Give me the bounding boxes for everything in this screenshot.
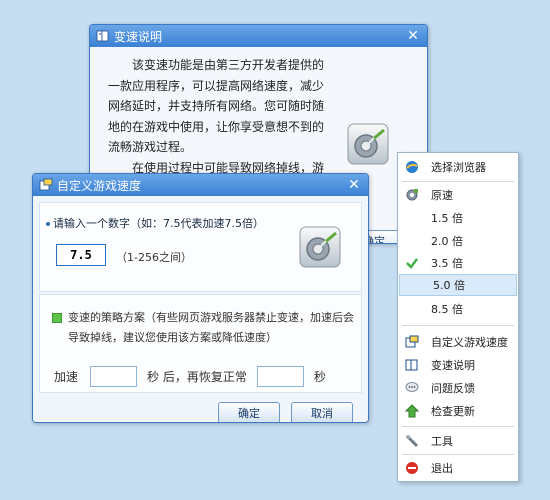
- menu-item-label: 选择浏览器: [431, 161, 486, 174]
- menu-item-custom-speed[interactable]: 自定义游戏速度: [398, 331, 518, 353]
- custom-speed-window: 自定义游戏速度 ✕ 请输入一个数字（如：7.5代表加速7.5倍） （1-256之…: [32, 173, 369, 423]
- update-icon: [404, 403, 420, 419]
- menu-item-check-update[interactable]: 检查更新: [398, 400, 518, 422]
- menu-separator: [402, 181, 514, 182]
- speed-input-section: 请输入一个数字（如：7.5代表加速7.5倍） （1-256之间）: [39, 202, 362, 292]
- explain-close-button[interactable]: ✕: [405, 28, 421, 44]
- custom-close-button[interactable]: ✕: [346, 177, 362, 193]
- strategy-note: 变速的策略方案（有些网页游戏服务器禁止变速，加速后会导致掉线，建议您使用该方案或…: [68, 311, 354, 344]
- menu-item-label: 2.0 倍: [431, 235, 463, 248]
- feedback-icon: [404, 380, 420, 396]
- menu-item-label: 3.5 倍: [431, 257, 463, 270]
- menu-item-label: 问题反馈: [431, 382, 475, 395]
- strategy-checkbox[interactable]: [52, 313, 62, 323]
- ok-button[interactable]: 确定: [218, 402, 280, 422]
- explain-title: 变速说明: [114, 29, 163, 44]
- menu-separator: [402, 426, 514, 427]
- checkmark-icon: [404, 255, 420, 271]
- menu-item-label: 退出: [431, 462, 453, 475]
- exit-icon: [404, 460, 420, 476]
- custom-title: 自定义游戏速度: [57, 178, 142, 193]
- strategy-section: 变速的策略方案（有些网页游戏服务器禁止变速，加速后会导致掉线，建议您使用该方案或…: [39, 294, 362, 393]
- speed-range-hint: （1-256之间）: [116, 251, 192, 264]
- explain-paragraph-1: 该变速功能是由第三方开发者提供的一款应用程序，可以提高网络速度，减少网络延时，并…: [108, 58, 325, 154]
- speed-input[interactable]: [56, 244, 106, 266]
- menu-item-tools[interactable]: 工具: [398, 430, 518, 452]
- menu-item-speed-3-5[interactable]: 3.5 倍: [398, 252, 518, 274]
- menu-separator: [402, 454, 514, 455]
- menu-item-label: 检查更新: [431, 405, 475, 418]
- menu-separator: [402, 325, 514, 326]
- settings-app-icon: [298, 225, 342, 269]
- menu-item-speed-1-5[interactable]: 1.5 倍: [398, 207, 518, 229]
- menu-item-label: 1.5 倍: [431, 212, 463, 225]
- explain-titlebar[interactable]: 变速说明 ✕: [90, 25, 427, 47]
- cancel-button[interactable]: 取消: [291, 402, 353, 422]
- book-icon: [404, 357, 420, 373]
- restore-seconds-input[interactable]: [256, 366, 304, 387]
- strategy-row: 加速 秒 后，再恢复正常 秒: [54, 366, 326, 387]
- custom-titlebar[interactable]: 自定义游戏速度 ✕: [33, 174, 368, 196]
- custom-speed-icon: [39, 178, 53, 192]
- custom-body: 请输入一个数字（如：7.5代表加速7.5倍） （1-256之间） 变速的策略方案…: [33, 196, 368, 422]
- menu-item-label: 5.0 倍: [433, 279, 465, 292]
- book-icon: [96, 29, 110, 43]
- menu-item-label: 原速: [431, 189, 453, 202]
- accel-label: 加速: [54, 370, 79, 384]
- menu-item-label: 变速说明: [431, 359, 475, 372]
- gear-icon: [404, 187, 420, 203]
- seconds-label: 秒: [313, 370, 326, 384]
- menu-item-browser[interactable]: 选择浏览器: [398, 156, 518, 178]
- accel-seconds-input[interactable]: [90, 366, 138, 387]
- bullet-icon: [46, 222, 50, 226]
- menu-item-speed-5-0[interactable]: 5.0 倍: [399, 274, 517, 296]
- speed-context-menu: 选择浏览器 原速 1.5 倍 2.0 倍 3.5 倍 5.0 倍 8.5 倍 自…: [397, 152, 519, 482]
- speed-prompt: 请输入一个数字（如：7.5代表加速7.5倍）: [46, 215, 264, 231]
- tool-icon: [404, 433, 420, 449]
- menu-item-label: 工具: [431, 435, 453, 448]
- menu-item-label: 自定义游戏速度: [431, 336, 508, 349]
- menu-item-normal-speed[interactable]: 原速: [398, 184, 518, 206]
- browser-icon: [404, 159, 420, 175]
- custom-speed-icon: [404, 334, 420, 350]
- menu-item-label: 8.5 倍: [431, 303, 463, 316]
- menu-item-speed-2-0[interactable]: 2.0 倍: [398, 230, 518, 252]
- menu-item-explain[interactable]: 变速说明: [398, 354, 518, 376]
- settings-app-icon: [346, 122, 390, 166]
- speed-prompt-text: 请输入一个数字（如：7.5代表加速7.5倍）: [53, 217, 264, 230]
- menu-item-speed-8-5[interactable]: 8.5 倍: [398, 298, 518, 320]
- menu-item-exit[interactable]: 退出: [398, 457, 518, 479]
- restore-label: 秒 后，再恢复正常: [147, 370, 247, 384]
- menu-item-feedback[interactable]: 问题反馈: [398, 377, 518, 399]
